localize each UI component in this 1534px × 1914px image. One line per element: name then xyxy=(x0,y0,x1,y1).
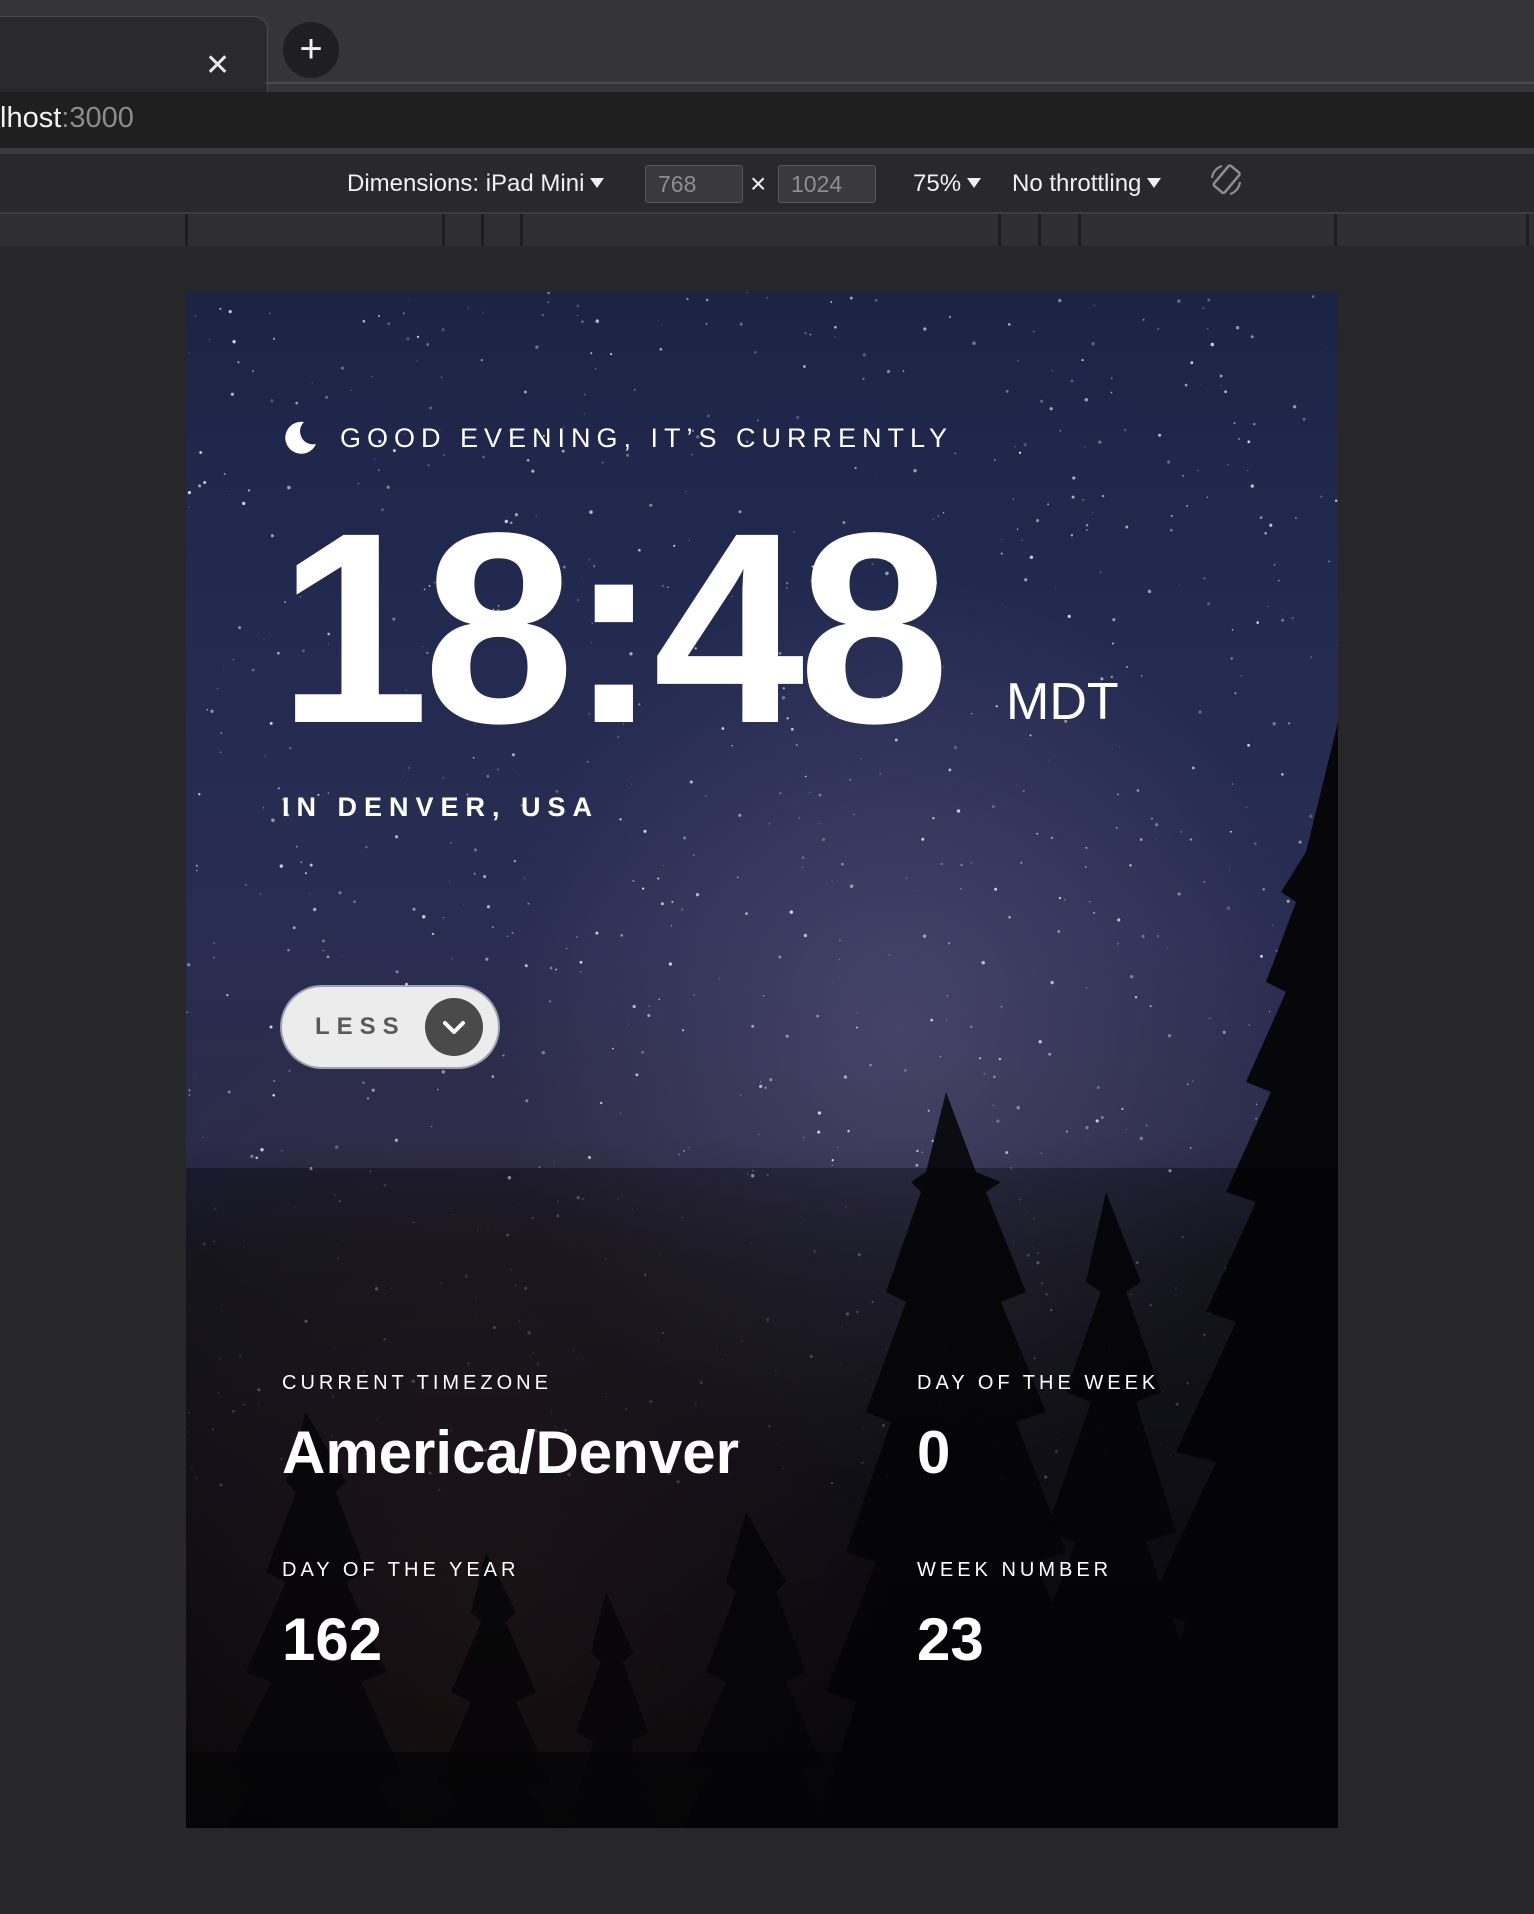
day-of-week-label: DAY OF THE WEEK xyxy=(917,1372,1160,1394)
caret-down-icon xyxy=(967,178,982,188)
url-port: :3000 xyxy=(61,102,134,134)
week-number-value: 23 xyxy=(917,1606,984,1673)
ruler-mark xyxy=(481,214,484,246)
dimensions-label: Dimensions: iPad Mini xyxy=(347,170,585,197)
address-bar[interactable]: lhost:3000 xyxy=(0,92,1534,148)
caret-down-icon xyxy=(1147,178,1162,188)
ruler-mark xyxy=(1078,214,1081,246)
toggle-circle xyxy=(425,998,483,1056)
url-host: lhost xyxy=(0,102,62,134)
new-tab-button[interactable]: + xyxy=(283,22,339,78)
ruler-mark xyxy=(1334,214,1337,246)
ruler-mark xyxy=(185,214,188,246)
throttling-label: No throttling xyxy=(1012,170,1142,197)
moon-icon xyxy=(285,421,316,454)
current-timezone-label: CURRENT TIMEZONE xyxy=(282,1372,552,1394)
details-panel: CURRENT TIMEZONE America/Denver DAY OF T… xyxy=(186,1168,1338,1828)
device-height-input[interactable] xyxy=(778,165,876,203)
ruler-mark xyxy=(1038,214,1041,246)
rotate-device-icon[interactable] xyxy=(1206,160,1246,200)
url-text[interactable]: lhost:3000 xyxy=(0,102,134,135)
less-toggle-button[interactable]: LESS xyxy=(282,987,498,1067)
current-timezone-value: America/Denver xyxy=(282,1419,739,1486)
device-viewport: GOOD EVENING, IT’S CURRENTLY 18:48 MDT I… xyxy=(186,292,1338,1828)
caret-down-icon xyxy=(590,178,605,188)
location-text: IN DENVER, USA xyxy=(282,792,600,822)
tab-bar: ✕ + xyxy=(0,0,1534,99)
day-of-year-value: 162 xyxy=(282,1606,383,1673)
dimensions-dropdown[interactable]: Dimensions: iPad Mini xyxy=(347,170,605,198)
device-toolbar: Dimensions: iPad Mini × 75% No throttlin… xyxy=(0,154,1534,214)
toggle-label: LESS xyxy=(315,1013,406,1040)
ruler-mark xyxy=(520,214,523,246)
browser-tab[interactable]: ✕ xyxy=(0,16,268,99)
chevron-down-icon xyxy=(443,1021,465,1034)
greeting: GOOD EVENING, IT’S CURRENTLY xyxy=(282,418,953,458)
greeting-text: GOOD EVENING, IT’S CURRENTLY xyxy=(340,422,954,453)
device-width-input[interactable] xyxy=(645,165,743,203)
zoom-dropdown[interactable]: 75% xyxy=(913,170,982,198)
day-of-week-value: 0 xyxy=(917,1419,951,1486)
timezone-abbreviation: MDT xyxy=(1006,673,1119,731)
day-of-year-label: DAY OF THE YEAR xyxy=(282,1559,520,1581)
zoom-label: 75% xyxy=(913,170,962,197)
throttling-dropdown[interactable]: No throttling xyxy=(1012,170,1162,198)
week-number-label: WEEK NUMBER xyxy=(917,1559,1113,1581)
current-time: 18:48 xyxy=(278,476,950,780)
ruler-mark xyxy=(442,214,445,246)
tab-strip-divider xyxy=(266,82,1534,84)
media-query-ruler[interactable] xyxy=(0,214,1534,246)
times-icon: × xyxy=(750,168,767,199)
ruler-mark xyxy=(1526,214,1529,246)
close-tab-icon[interactable]: ✕ xyxy=(205,50,230,82)
ruler-mark xyxy=(998,214,1001,246)
